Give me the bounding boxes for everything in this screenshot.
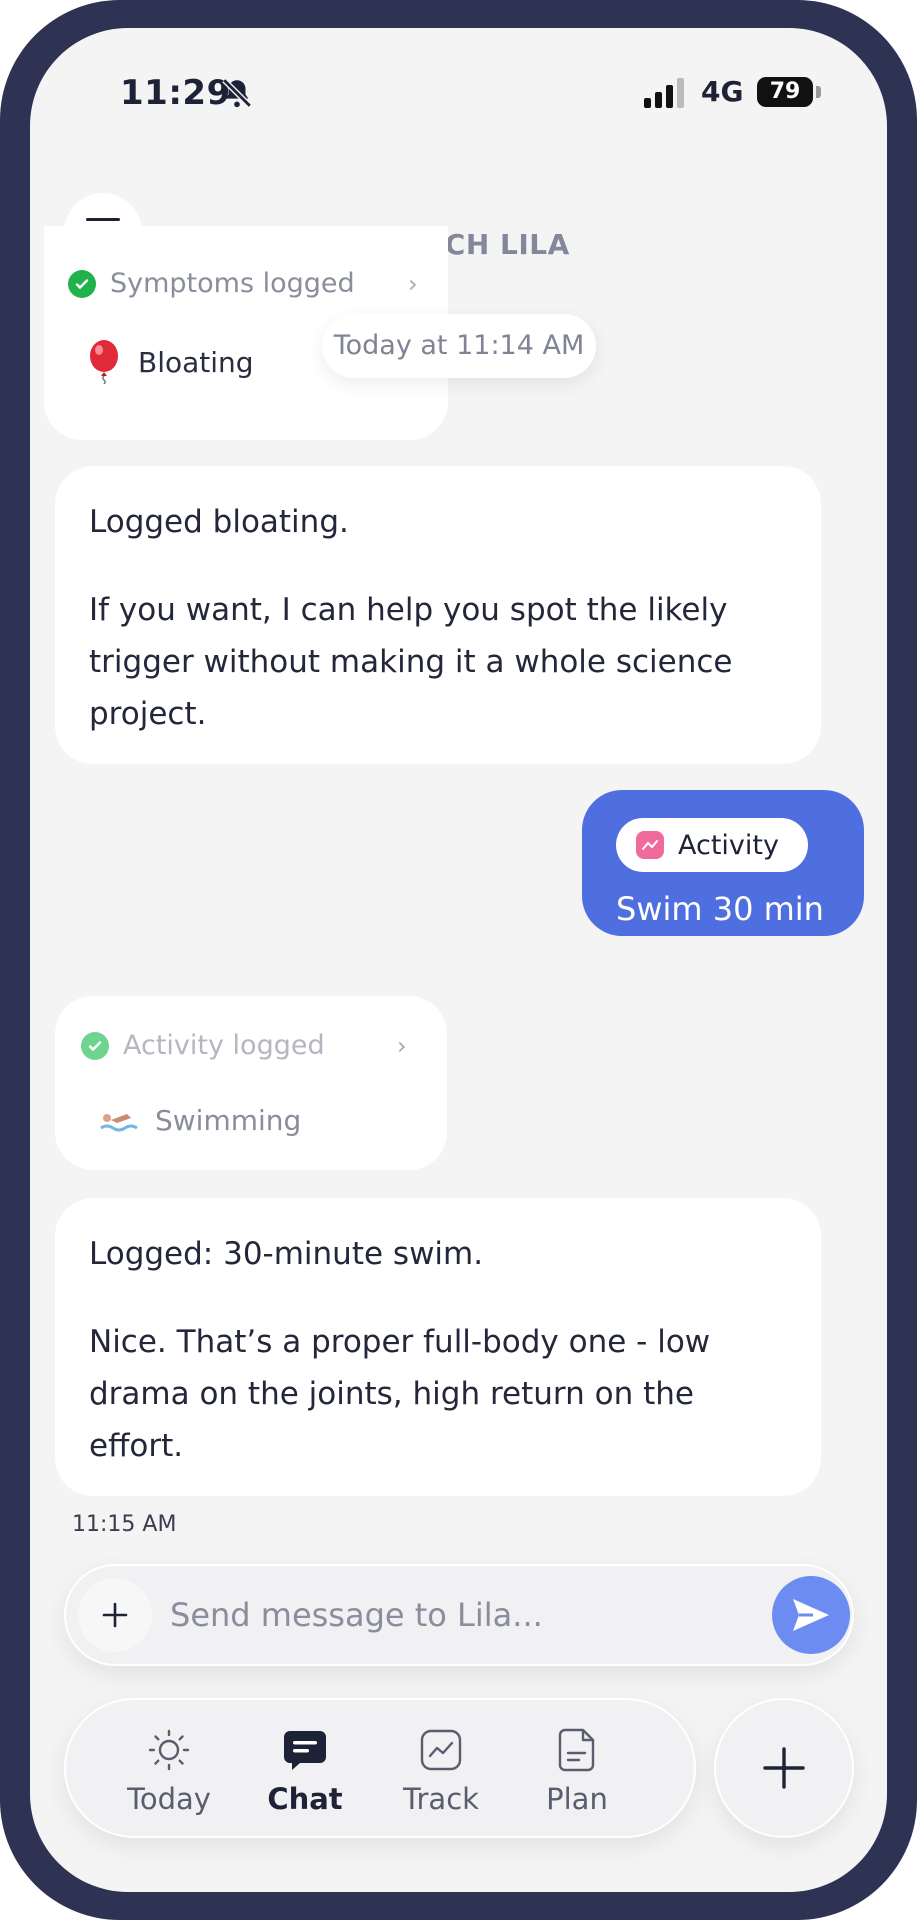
timestamp-pill: Today at 11:14 AM: [322, 314, 596, 378]
quick-add-button[interactable]: [714, 1698, 854, 1838]
coach-message: Logged bloating. If you want, I can help…: [55, 466, 821, 764]
chevron-right-icon: ›: [397, 1032, 407, 1060]
message-composer: [64, 1564, 854, 1666]
activity-chip-label: Activity: [678, 829, 779, 861]
activity-chip: Activity: [616, 818, 808, 872]
document-icon: [558, 1728, 595, 1772]
message-time: 11:15 AM: [72, 1512, 177, 1537]
symptoms-card-heading: Symptoms logged: [110, 268, 355, 299]
message-input[interactable]: [170, 1590, 730, 1640]
activity-chart-icon: [636, 831, 664, 859]
send-icon: [793, 1599, 829, 1631]
bell-slash-icon: [222, 78, 252, 108]
symptoms-card-header: Symptoms logged: [68, 268, 355, 299]
activity-logged-card[interactable]: Activity logged › Swimming: [55, 996, 447, 1170]
tab-label: Plan: [546, 1782, 608, 1816]
tab-plan[interactable]: Plan: [512, 1698, 642, 1838]
chevron-right-icon: ›: [408, 270, 418, 298]
activity-item: Swimming: [99, 1104, 301, 1137]
message-paragraph: If you want, I can help you spot the lik…: [89, 592, 733, 732]
coach-message: Logged: 30-minute swim. Nice. That’s a p…: [55, 1198, 821, 1496]
message-paragraph: Logged bloating.: [89, 504, 349, 540]
activity-card-heading: Activity logged: [123, 1030, 325, 1061]
signal-bars-icon: [644, 78, 684, 108]
status-time: 11:29: [120, 73, 231, 113]
network-type: 4G: [701, 75, 744, 108]
sun-icon: [148, 1729, 190, 1771]
message-paragraph: Logged: 30-minute swim.: [89, 1236, 484, 1272]
tab-track[interactable]: Track: [376, 1698, 506, 1838]
attach-button[interactable]: [78, 1578, 152, 1652]
plus-icon: [102, 1602, 128, 1628]
user-message: Activity Swim 30 min: [582, 790, 864, 936]
symptom-item: Bloating: [86, 340, 254, 384]
tab-today[interactable]: Today: [104, 1698, 234, 1838]
message-paragraph: Nice. That’s a proper full-body one - lo…: [89, 1324, 711, 1464]
app-screen: 11:29 4G 79 COACH LILA Symptoms logged ›…: [30, 28, 887, 1892]
tab-label: Track: [403, 1782, 479, 1816]
tab-chat[interactable]: Chat: [240, 1698, 370, 1838]
balloon-icon: [90, 340, 118, 384]
check-icon: [81, 1031, 109, 1060]
battery-icon: 79: [757, 77, 813, 107]
tab-bar: Today Chat Track Plan: [64, 1698, 696, 1838]
send-button[interactable]: [772, 1576, 850, 1654]
activity-item-label: Swimming: [155, 1104, 302, 1137]
symptom-item-label: Bloating: [138, 345, 254, 379]
tab-label: Today: [127, 1782, 211, 1816]
chart-icon: [420, 1729, 462, 1771]
swimmer-icon: [100, 1113, 138, 1131]
activity-card-header: Activity logged: [81, 1030, 325, 1061]
battery-cap: [816, 86, 821, 98]
chat-icon: [284, 1731, 326, 1770]
tab-label: Chat: [267, 1782, 343, 1816]
user-message-text: Swim 30 min: [616, 890, 824, 928]
plus-icon: [763, 1747, 805, 1789]
check-icon: [68, 269, 96, 298]
device-frame: 11:29 4G 79 COACH LILA Symptoms logged ›…: [0, 0, 917, 1920]
